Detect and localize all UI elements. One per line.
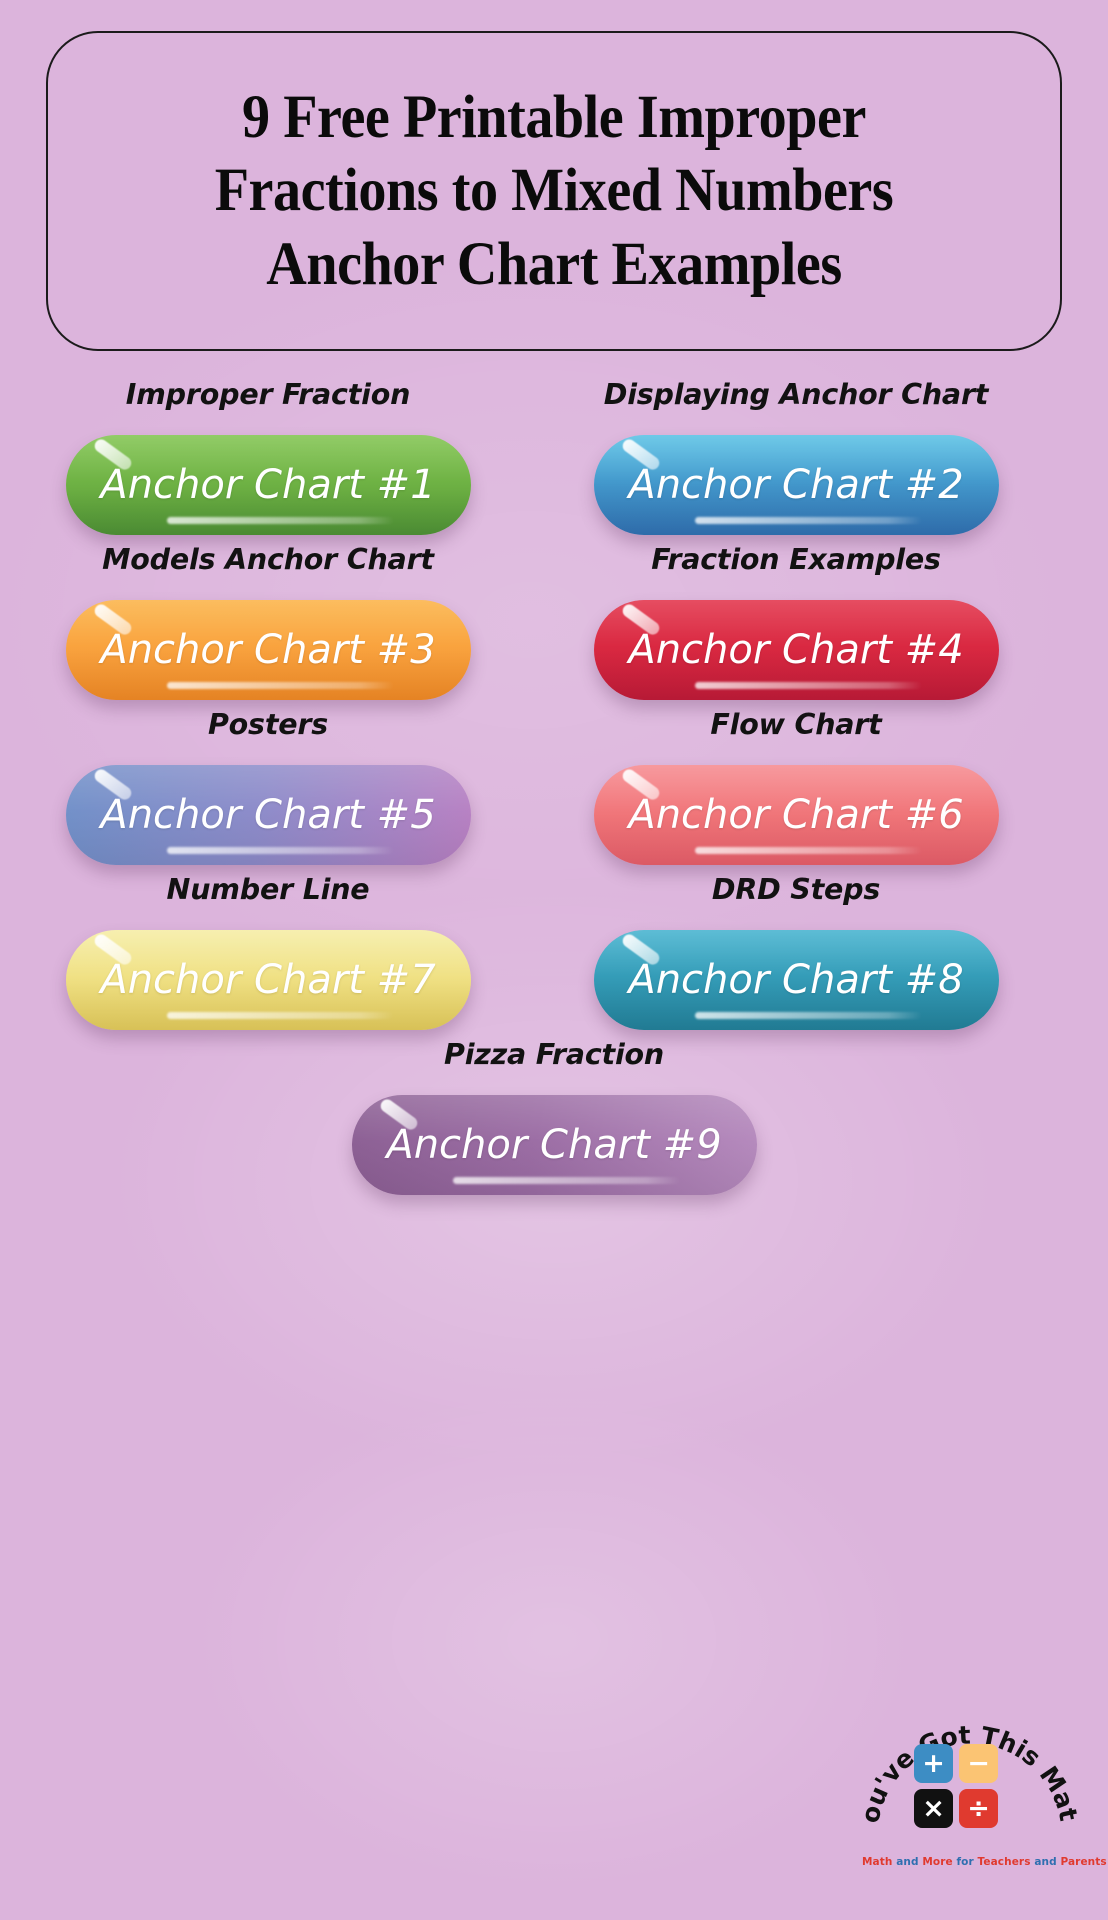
divide-icon: ÷ xyxy=(967,1793,990,1824)
bottom-highlight-icon xyxy=(452,1177,680,1184)
anchor-chart-button-3[interactable]: Anchor Chart #3 xyxy=(65,600,471,700)
title-card: 9 Free Printable Improper Fractions to M… xyxy=(46,31,1062,351)
anchor-chart-button-8[interactable]: Anchor Chart #8 xyxy=(593,930,999,1030)
bottom-highlight-icon xyxy=(166,847,394,854)
anchor-chart-button-7[interactable]: Anchor Chart #7 xyxy=(65,930,471,1030)
button-label: Anchor Chart #8 xyxy=(628,957,964,1003)
bottom-highlight-icon xyxy=(694,682,922,689)
button-label: Anchor Chart #3 xyxy=(100,627,436,673)
item-label: Flow Chart xyxy=(710,708,882,741)
button-label: Anchor Chart #5 xyxy=(100,792,436,838)
list-item: Number Line Anchor Chart #7 xyxy=(22,873,514,1030)
list-row: Number Line Anchor Chart #7 DRD Steps An… xyxy=(0,873,1108,1030)
item-label: Number Line xyxy=(166,873,370,906)
list-item: Posters Anchor Chart #5 xyxy=(22,708,514,865)
bottom-highlight-icon xyxy=(166,517,394,524)
page-title-line-1: 9 Free Printable Improper xyxy=(242,84,866,152)
plus-icon: + xyxy=(922,1748,945,1779)
list-item: Fraction Examples Anchor Chart #4 xyxy=(550,543,1042,700)
list-row: Posters Anchor Chart #5 Flow Chart Ancho… xyxy=(0,708,1108,865)
page-title-line-3: Anchor Chart Examples xyxy=(266,230,842,298)
anchor-chart-button-6[interactable]: Anchor Chart #6 xyxy=(593,765,999,865)
page-title: 9 Free Printable Improper Fractions to M… xyxy=(149,81,959,301)
item-label: Displaying Anchor Chart xyxy=(603,378,989,411)
bottom-highlight-icon xyxy=(694,517,922,524)
minus-icon: − xyxy=(967,1748,990,1779)
bottom-highlight-icon xyxy=(166,1012,394,1019)
list-item: Flow Chart Anchor Chart #6 xyxy=(550,708,1042,865)
page-title-line-2: Fractions to Mixed Numbers xyxy=(214,157,894,225)
bottom-highlight-icon xyxy=(166,682,394,689)
list-row: Models Anchor Chart Anchor Chart #3 Frac… xyxy=(0,543,1108,700)
bottom-highlight-icon xyxy=(694,847,922,854)
list-item: Models Anchor Chart Anchor Chart #3 xyxy=(22,543,514,700)
button-label: Anchor Chart #2 xyxy=(628,462,964,508)
item-label: Pizza Fraction xyxy=(444,1038,664,1071)
list-item: Improper Fraction Anchor Chart #1 xyxy=(22,378,514,535)
list-item: Pizza Fraction Anchor Chart #9 xyxy=(308,1038,800,1195)
button-label: Anchor Chart #7 xyxy=(100,957,436,1003)
list-row: Pizza Fraction Anchor Chart #9 xyxy=(0,1038,1108,1195)
times-icon: × xyxy=(922,1793,945,1824)
button-label: Anchor Chart #4 xyxy=(628,627,964,673)
logo-tile-plus: + xyxy=(914,1744,953,1783)
anchor-chart-button-4[interactable]: Anchor Chart #4 xyxy=(593,600,999,700)
item-label: Fraction Examples xyxy=(651,543,941,576)
list-item: Displaying Anchor Chart Anchor Chart #2 xyxy=(550,378,1042,535)
item-label: Posters xyxy=(207,708,328,741)
anchor-chart-button-1[interactable]: Anchor Chart #1 xyxy=(65,435,471,535)
anchor-chart-button-9[interactable]: Anchor Chart #9 xyxy=(351,1095,757,1195)
logo-tile-divide: ÷ xyxy=(959,1789,998,1828)
item-label: DRD Steps xyxy=(711,873,881,906)
bottom-highlight-icon xyxy=(694,1012,922,1019)
button-label: Anchor Chart #9 xyxy=(386,1122,722,1168)
site-logo[interactable]: You've Got This Math + − × ÷ Math and Mo… xyxy=(862,1694,1107,1894)
logo-tagline: Math and More for Teachers and Parents xyxy=(862,1856,1107,1868)
button-label: Anchor Chart #6 xyxy=(628,792,964,838)
button-label: Anchor Chart #1 xyxy=(100,462,436,508)
anchor-chart-button-2[interactable]: Anchor Chart #2 xyxy=(593,435,999,535)
anchor-chart-list: Improper Fraction Anchor Chart #1 Displa… xyxy=(0,378,1108,1203)
logo-tile-times: × xyxy=(914,1789,953,1828)
item-label: Models Anchor Chart xyxy=(102,543,434,576)
logo-tile-minus: − xyxy=(959,1744,998,1783)
list-row: Improper Fraction Anchor Chart #1 Displa… xyxy=(0,378,1108,535)
item-label: Improper Fraction xyxy=(125,378,411,411)
anchor-chart-button-5[interactable]: Anchor Chart #5 xyxy=(65,765,471,865)
list-item: DRD Steps Anchor Chart #8 xyxy=(550,873,1042,1030)
